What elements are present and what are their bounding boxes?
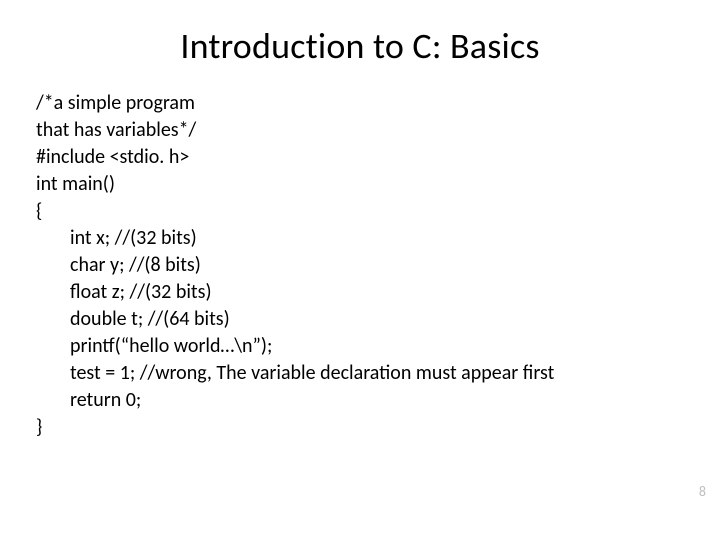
code-line: double t; //(64 bits) — [36, 306, 684, 333]
code-line: } — [36, 414, 684, 441]
code-line: /*a simple program — [36, 90, 684, 117]
code-line: test = 1; //wrong, The variable declarat… — [36, 360, 684, 387]
code-line: float z; //(32 bits) — [36, 279, 684, 306]
slide-title: Introduction to C: Basics — [36, 24, 684, 68]
code-line: int x; //(32 bits) — [36, 225, 684, 252]
code-line: printf(“hello world…\n”); — [36, 333, 684, 360]
code-line: return 0; — [36, 387, 684, 414]
code-line: { — [36, 198, 684, 225]
page-number: 8 — [699, 483, 706, 500]
code-line: that has variables*/ — [36, 117, 684, 144]
slide: Introduction to C: Basics /*a simple pro… — [0, 0, 720, 540]
code-line: int main() — [36, 171, 684, 198]
code-line: #include <stdio. h> — [36, 144, 684, 171]
code-block: /*a simple program that has variables*/ … — [36, 90, 684, 441]
code-line: char y; //(8 bits) — [36, 252, 684, 279]
